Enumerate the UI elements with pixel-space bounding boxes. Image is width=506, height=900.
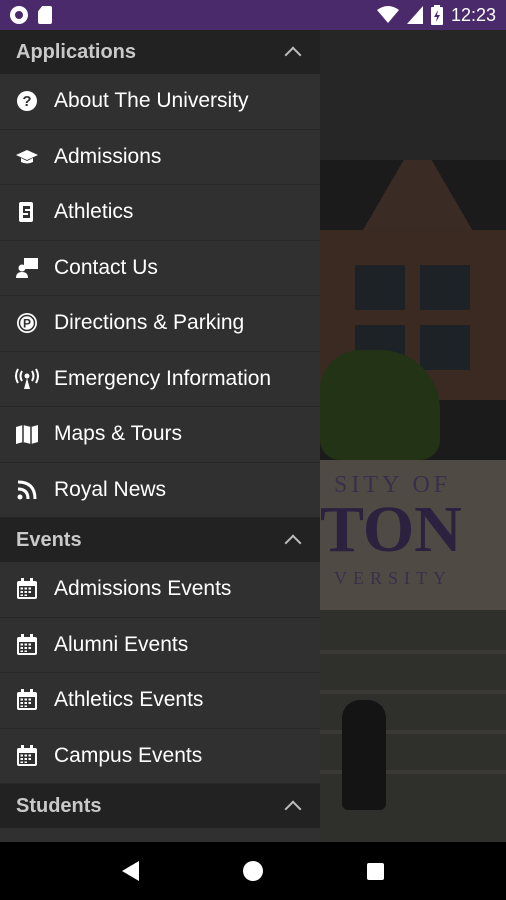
bg-roof — [357, 160, 479, 240]
status-bar: 12:23 — [0, 0, 506, 30]
menu-item-label: Admissions — [54, 144, 162, 168]
chevron-up-icon[interactable] — [282, 41, 304, 63]
wifi-icon — [376, 6, 399, 23]
graduation-cap-icon — [15, 145, 39, 169]
menu-item-admissions-events[interactable]: Admissions Events — [0, 562, 320, 618]
question-circle-icon: ? — [15, 89, 39, 113]
athletics-icon — [15, 200, 39, 224]
recent-apps-icon[interactable] — [367, 862, 384, 880]
system-nav-bar — [0, 842, 506, 900]
menu-item-alumni-events[interactable]: Alumni Events — [0, 617, 320, 673]
menu-item-label: Campus Events — [54, 743, 203, 767]
menu-item-label: Maps & Tours — [54, 422, 182, 446]
menu-item-athletics-events[interactable]: Athletics Events — [0, 673, 320, 729]
calendar-icon — [15, 744, 39, 768]
menu-item-contact[interactable]: Contact Us — [0, 240, 320, 296]
chevron-up-icon[interactable] — [282, 795, 304, 817]
status-time: 12:23 — [450, 4, 496, 25]
section-title: Students — [16, 794, 102, 817]
rss-icon — [15, 478, 39, 502]
menu-item-partial[interactable] — [0, 828, 320, 842]
section-header-applications[interactable]: Applications — [0, 30, 320, 74]
bg-stair — [320, 690, 506, 694]
parking-icon: P — [15, 311, 39, 335]
calendar-icon — [15, 688, 39, 712]
chevron-up-icon[interactable] — [282, 529, 304, 551]
contact-icon — [15, 256, 39, 280]
menu-item-maps[interactable]: Maps & Tours — [0, 407, 320, 463]
menu-item-label: Athletics Events — [54, 688, 204, 712]
calendar-icon — [15, 577, 39, 601]
menu-item-royal-news[interactable]: Royal News — [0, 462, 320, 518]
svg-text:?: ? — [22, 93, 31, 110]
bg-banner-text: VERSITY — [334, 568, 452, 588]
menu-item-directions[interactable]: P Directions & Parking — [0, 296, 320, 352]
menu-item-athletics[interactable]: Athletics — [0, 185, 320, 241]
section-title: Applications — [16, 40, 137, 63]
menu-item-emergency[interactable]: Emergency Information — [0, 351, 320, 407]
bg-person — [342, 700, 386, 810]
menu-item-label: Directions & Parking — [54, 311, 245, 335]
battery-icon — [430, 5, 443, 25]
menu-item-admissions[interactable]: Admissions — [0, 129, 320, 185]
bg-stair — [320, 650, 506, 654]
navigation-drawer: Applications ? About The University Admi… — [0, 30, 320, 842]
menu-item-label: About The University — [54, 89, 249, 113]
menu-item-label: Alumni Events — [54, 632, 189, 656]
broadcast-icon — [15, 367, 39, 391]
cell-signal-icon — [406, 6, 423, 24]
sd-card-icon — [38, 6, 52, 24]
bg-banner-text: TON — [320, 493, 462, 566]
menu-item-label: Athletics — [54, 200, 134, 224]
bg-window — [420, 265, 470, 310]
home-icon[interactable] — [243, 861, 263, 881]
menu-item-campus-events[interactable]: Campus Events — [0, 728, 320, 784]
bg-tree — [320, 350, 440, 460]
menu-item-label: Contact Us — [54, 255, 158, 279]
section-header-students[interactable]: Students — [0, 784, 320, 828]
back-icon[interactable] — [122, 861, 139, 881]
section-title: Events — [16, 528, 82, 551]
notification-circle-icon — [10, 6, 28, 24]
bg-window — [355, 265, 405, 310]
bg-sky — [320, 30, 506, 160]
menu-item-about[interactable]: ? About The University — [0, 74, 320, 130]
calendar-icon — [15, 633, 39, 657]
bg-window — [420, 325, 470, 370]
section-header-events[interactable]: Events — [0, 518, 320, 562]
menu-item-label: Royal News — [54, 477, 167, 501]
menu-item-label: Admissions Events — [54, 577, 232, 601]
map-icon — [15, 422, 39, 446]
svg-text:P: P — [23, 317, 31, 331]
menu-item-label: Emergency Information — [54, 366, 272, 390]
